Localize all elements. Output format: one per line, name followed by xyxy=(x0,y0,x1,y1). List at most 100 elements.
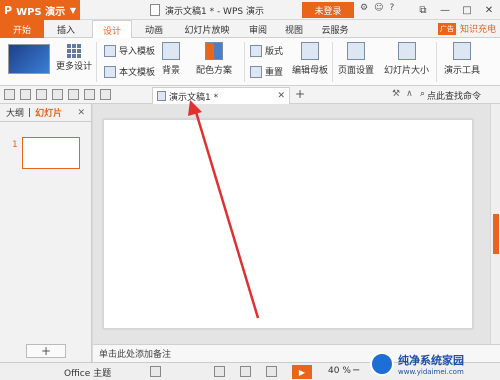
text-template-label: 本文模板 xyxy=(119,68,156,78)
document-tab-label: 演示文稿1 * xyxy=(169,92,219,103)
notes-placeholder: 单击此处添加备注 xyxy=(99,350,172,360)
play-slideshow-button[interactable]: ▶ xyxy=(292,365,312,379)
close-icon[interactable]: ✕ xyxy=(478,0,500,20)
spell-check-icon[interactable] xyxy=(150,366,161,377)
tab-review[interactable]: 审阅 xyxy=(242,20,274,38)
title-toolbar-icons: ⚙ ☺ ? xyxy=(360,3,394,13)
skin-icon[interactable]: ⚙ xyxy=(360,3,368,13)
chevron-down-icon: ▼ xyxy=(69,5,76,15)
quick-access-icons xyxy=(4,89,111,100)
master-icon xyxy=(301,42,319,60)
watermark: 纯净系统家园 www.yidaimei.com xyxy=(370,352,464,376)
theme-preview[interactable] xyxy=(8,44,50,74)
slides-pane: 大纲 | 幻灯片 ✕ 1 + xyxy=(0,104,92,362)
text-template-button[interactable]: 本文模板 xyxy=(104,65,155,78)
feedback-icon[interactable]: ☺ xyxy=(374,3,383,13)
layout-label: 版式 xyxy=(265,47,284,57)
slide-thumbnail[interactable] xyxy=(22,137,80,169)
page-setup-button[interactable]: 页面设置 xyxy=(338,42,374,76)
slide-number: 1 xyxy=(12,140,18,150)
background-label: 背景 xyxy=(162,66,181,76)
pane-tabs: 大纲 | 幻灯片 ✕ xyxy=(0,104,91,122)
help-icon[interactable]: ? xyxy=(389,3,394,13)
open-icon[interactable] xyxy=(4,89,15,100)
import-template-label: 导入模板 xyxy=(119,47,156,57)
window-controls: ⧉ — □ ✕ xyxy=(412,0,500,20)
reset-button[interactable]: 重置 xyxy=(250,65,283,78)
watermark-logo-icon xyxy=(370,352,394,376)
tab-cloud[interactable]: 云服务 xyxy=(314,20,356,38)
add-tab-icon[interactable]: + xyxy=(295,87,305,101)
pane-tab-divider: | xyxy=(28,107,32,118)
tab-animation[interactable]: 动画 xyxy=(136,20,172,38)
tab-slides[interactable]: 幻灯片 xyxy=(35,106,62,119)
reading-view-icon[interactable] xyxy=(266,366,277,377)
tab-insert[interactable]: 插入 xyxy=(48,20,84,38)
add-slide-button[interactable]: + xyxy=(26,344,66,358)
app-name: WPS 演示 xyxy=(16,6,66,18)
zoom-out-icon[interactable]: − xyxy=(352,365,360,376)
close-pane-icon[interactable]: ✕ xyxy=(77,108,85,118)
layout-button[interactable]: 版式 xyxy=(250,44,283,57)
zoom-level: 40 % xyxy=(328,366,351,376)
wps-app-menu-button[interactable]: P WPS 演示 ▼ xyxy=(0,0,80,20)
vertical-scrollbar[interactable] xyxy=(490,104,500,344)
slide-sorter-icon[interactable] xyxy=(240,366,251,377)
undo-icon[interactable] xyxy=(84,89,95,100)
scrollbar-thumb[interactable] xyxy=(493,214,499,254)
preview-icon[interactable] xyxy=(68,89,79,100)
format-icon[interactable]: ⚒ xyxy=(392,89,400,99)
title-bar: P WPS 演示 ▼ 演示文稿1 * - WPS 演示 未登录 ⚙ ☺ ? ⧉ … xyxy=(0,0,500,20)
presentation-tools-label: 演示工具 xyxy=(444,66,481,76)
tab-start[interactable]: 开始 xyxy=(0,20,44,38)
import-icon xyxy=(104,44,116,57)
tabs-right-area: 广告 知识充电 xyxy=(437,22,496,35)
document-icon xyxy=(157,91,166,101)
tab-outline[interactable]: 大纲 xyxy=(6,106,24,119)
export-icon[interactable] xyxy=(36,89,47,100)
quick-access-bar: 演示文稿1 * ✕ + ⚒ ∧ ⌕ 点此查找命令 xyxy=(0,86,500,104)
qbar-right-icons: ⚒ ∧ xyxy=(392,89,413,99)
color-scheme-label: 配色方案 xyxy=(196,66,233,76)
background-button[interactable]: 背景 xyxy=(162,42,180,76)
edit-master-button[interactable]: 编辑母板 xyxy=(292,42,328,76)
slide-size-button[interactable]: 幻灯片大小 xyxy=(384,42,429,76)
redo-icon[interactable] xyxy=(100,89,111,100)
slide-canvas[interactable] xyxy=(103,119,473,329)
document-tab[interactable]: 演示文稿1 * ✕ xyxy=(152,87,290,104)
minimize-icon[interactable]: — xyxy=(434,0,456,20)
presentation-tools-button[interactable]: 演示工具 xyxy=(444,42,480,76)
close-tab-icon[interactable]: ✕ xyxy=(277,91,285,101)
collapse-icon[interactable]: ∧ xyxy=(406,89,413,99)
template-icon xyxy=(104,65,116,78)
editing-canvas xyxy=(93,104,490,344)
tab-design[interactable]: 设计 xyxy=(92,20,132,39)
login-button[interactable]: 未登录 xyxy=(302,2,354,18)
maximize-icon[interactable]: □ xyxy=(456,0,478,20)
divider xyxy=(244,42,245,82)
restore-icon[interactable]: ⧉ xyxy=(412,0,434,20)
slide-size-label: 幻灯片大小 xyxy=(384,66,430,76)
watermark-text: 纯净系统家园 www.yidaimei.com xyxy=(398,352,464,376)
tab-slideshow[interactable]: 幻灯片放映 xyxy=(176,20,238,38)
page-setup-label: 页面设置 xyxy=(338,66,375,76)
print-icon[interactable] xyxy=(52,89,63,100)
edit-master-label: 编辑母板 xyxy=(292,66,329,76)
knowledge-link[interactable]: 知识充电 xyxy=(460,22,496,35)
palette-icon xyxy=(205,42,223,60)
save-icon[interactable] xyxy=(20,89,31,100)
tab-view[interactable]: 视图 xyxy=(278,20,310,38)
slide-size-icon xyxy=(397,42,416,60)
command-search[interactable]: ⌕ 点此查找命令 xyxy=(420,89,481,102)
reset-label: 重置 xyxy=(265,68,284,78)
import-template-button[interactable]: 导入模板 xyxy=(104,44,155,57)
ribbon-tabs: 开始 插入 设计 动画 幻灯片放映 审阅 视图 云服务 广告 知识充电 xyxy=(0,20,500,39)
divider xyxy=(436,42,437,82)
watermark-url: www.yidaimei.com xyxy=(398,368,464,376)
more-design-button[interactable]: 更多设计 xyxy=(56,44,92,72)
normal-view-icon[interactable] xyxy=(214,366,225,377)
more-design-label: 更多设计 xyxy=(56,62,93,72)
color-scheme-button[interactable]: 配色方案 xyxy=(196,42,232,76)
background-icon xyxy=(162,42,180,60)
window-title: 演示文稿1 * - WPS 演示 xyxy=(165,7,264,17)
